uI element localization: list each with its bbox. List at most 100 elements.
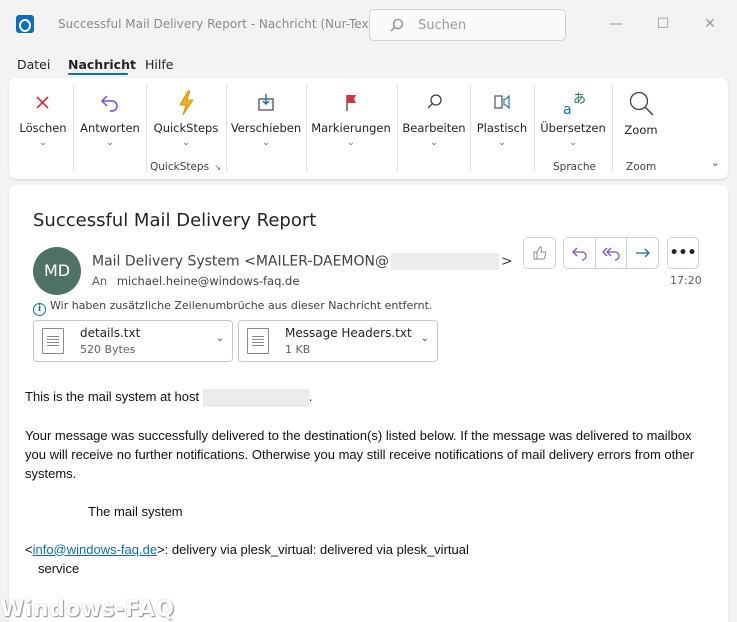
ribbon: Löschen ⌄ Antworten ⌄ QuickSteps ⌄ Quick… bbox=[9, 78, 728, 179]
more-actions: ••• bbox=[667, 237, 699, 269]
zoom-icon bbox=[629, 91, 654, 116]
ribbon-divider bbox=[397, 84, 398, 172]
body-text: . bbox=[308, 389, 313, 404]
avatar[interactable]: MD bbox=[33, 247, 81, 295]
attachment-size: 520 Bytes bbox=[80, 343, 136, 356]
ribbon-expand-chevron-icon[interactable]: ⌄ bbox=[711, 156, 720, 169]
tags-button[interactable]: Markierungen ⌄ bbox=[311, 84, 391, 156]
translate-button[interactable]: a あ Übersetzen ⌄ bbox=[538, 84, 608, 156]
quicksteps-button[interactable]: QuickSteps ⌄ bbox=[150, 84, 222, 156]
chevron-down-icon[interactable]: ⌄ bbox=[216, 333, 224, 344]
ribbon-divider bbox=[470, 84, 471, 172]
message-subject: Successful Mail Delivery Report bbox=[33, 210, 317, 231]
ribbon-divider bbox=[73, 84, 74, 172]
body-signature: The mail system bbox=[88, 503, 183, 519]
reply-icon bbox=[100, 95, 118, 112]
delete-x-icon bbox=[36, 96, 49, 109]
active-tab-indicator bbox=[68, 73, 128, 75]
edit-label: Bearbeiten bbox=[402, 121, 466, 135]
quicksteps-label: QuickSteps bbox=[153, 121, 219, 135]
sender[interactable]: Mail Delivery System <MAILER-DAEMON@ > bbox=[92, 253, 513, 270]
chevron-down-icon: ⌄ bbox=[347, 138, 355, 148]
reply-label: Antworten bbox=[80, 121, 140, 135]
recipient-email-link[interactable]: info@windows-faq.de bbox=[33, 542, 157, 557]
reply-all-icon bbox=[602, 247, 620, 261]
ribbon-divider bbox=[306, 84, 307, 172]
message-body: This is the mail system at host . Your m… bbox=[25, 387, 705, 578]
response-actions bbox=[563, 237, 659, 269]
ribbon-divider bbox=[534, 84, 535, 172]
tags-label: Markierungen bbox=[311, 121, 391, 135]
like-button[interactable] bbox=[524, 238, 555, 268]
window-title: Successful Mail Delivery Report - Nachri… bbox=[58, 17, 378, 31]
outlook-app-icon bbox=[16, 15, 34, 33]
forward-action[interactable] bbox=[626, 238, 658, 268]
body-text: < bbox=[25, 541, 33, 557]
body-paragraph: Your message was successfully delivered … bbox=[25, 427, 695, 481]
sender-suffix: > bbox=[501, 253, 513, 270]
zoom-label: Zoom bbox=[624, 123, 658, 137]
message-time: 17:20 bbox=[670, 274, 702, 287]
search-placeholder: Suchen bbox=[418, 18, 467, 33]
to-address[interactable]: michael.heine@windows-faq.de bbox=[117, 274, 300, 288]
translate-icon: a あ bbox=[563, 92, 586, 118]
chevron-down-icon: ⌄ bbox=[182, 138, 190, 148]
reply-icon bbox=[571, 247, 587, 261]
move-label: Verschieben bbox=[230, 121, 302, 135]
watermark: Windows-FAQ bbox=[0, 597, 175, 622]
search-icon bbox=[427, 94, 442, 109]
menu-datei[interactable]: Datei bbox=[17, 57, 50, 72]
info-bar: i Wir haben zusätzliche Zeilenumbrüche au… bbox=[33, 299, 432, 316]
close-button[interactable]: ✕ bbox=[698, 12, 722, 36]
dialog-launcher-icon[interactable]: ↘ bbox=[214, 163, 221, 172]
menu-hilfe[interactable]: Hilfe bbox=[145, 57, 173, 72]
title-bar: Successful Mail Delivery Report - Nachri… bbox=[0, 0, 737, 50]
reply-all-action[interactable] bbox=[595, 238, 626, 268]
chevron-down-icon: ⌄ bbox=[106, 138, 114, 148]
chevron-down-icon: ⌄ bbox=[569, 138, 577, 148]
quicksteps-group-label: QuickSteps ↘ bbox=[150, 161, 221, 173]
group-label-text: QuickSteps bbox=[150, 161, 210, 173]
delete-label: Löschen bbox=[19, 121, 67, 135]
lightning-icon bbox=[179, 90, 194, 116]
attachment-card[interactable]: Message Headers.txt 1 KB ⌄ bbox=[238, 320, 438, 362]
zoom-button[interactable]: Zoom bbox=[616, 84, 666, 156]
immersive-reader-button[interactable]: Plastisch ⌄ bbox=[474, 84, 530, 156]
sender-name: Mail Delivery System <MAILER-DAEMON@ bbox=[92, 253, 390, 270]
edit-button[interactable]: Bearbeiten ⌄ bbox=[401, 84, 467, 156]
body-text: service bbox=[38, 560, 80, 576]
move-button[interactable]: Verschieben ⌄ bbox=[230, 84, 302, 156]
delete-button[interactable]: Löschen ⌄ bbox=[15, 84, 71, 156]
info-icon: i bbox=[33, 303, 46, 316]
flag-icon bbox=[346, 95, 356, 111]
info-text: Wir haben zusätzliche Zeilenumbrüche aus… bbox=[50, 299, 433, 312]
search-input[interactable]: Suchen bbox=[369, 9, 566, 41]
thumbs-up-icon bbox=[533, 246, 546, 260]
reply-button[interactable]: Antworten ⌄ bbox=[77, 84, 143, 156]
menu-nachricht[interactable]: Nachricht bbox=[68, 57, 136, 72]
svg-text:a: a bbox=[563, 102, 572, 118]
forward-icon bbox=[635, 248, 650, 258]
attachment-name: details.txt bbox=[80, 326, 141, 340]
svg-text:あ: あ bbox=[573, 92, 586, 107]
maximize-button[interactable]: ☐ bbox=[651, 12, 675, 36]
search-icon bbox=[390, 18, 404, 32]
body-paragraph: This is the mail system at host . bbox=[25, 387, 705, 407]
body-text: This is the mail system at host bbox=[25, 389, 203, 404]
ribbon-divider bbox=[612, 84, 613, 172]
more-options-button[interactable]: ••• bbox=[668, 238, 698, 268]
redacted-domain bbox=[391, 253, 500, 270]
chevron-down-icon: ⌄ bbox=[498, 138, 506, 148]
text-file-icon bbox=[247, 328, 269, 354]
minimize-button[interactable]: — bbox=[604, 12, 628, 36]
language-group-label: Sprache bbox=[553, 161, 596, 173]
attachment-card[interactable]: details.txt 520 Bytes ⌄ bbox=[33, 320, 233, 362]
chevron-down-icon: ⌄ bbox=[39, 138, 47, 148]
reply-action[interactable] bbox=[564, 238, 595, 268]
redacted-host bbox=[202, 388, 309, 407]
attachment-size: 1 KB bbox=[285, 343, 311, 356]
chevron-down-icon[interactable]: ⌄ bbox=[421, 333, 429, 344]
body-text: >: delivery via plesk_virtual: delivered… bbox=[157, 541, 469, 557]
to-label: An bbox=[92, 274, 108, 288]
ribbon-divider bbox=[146, 84, 147, 172]
